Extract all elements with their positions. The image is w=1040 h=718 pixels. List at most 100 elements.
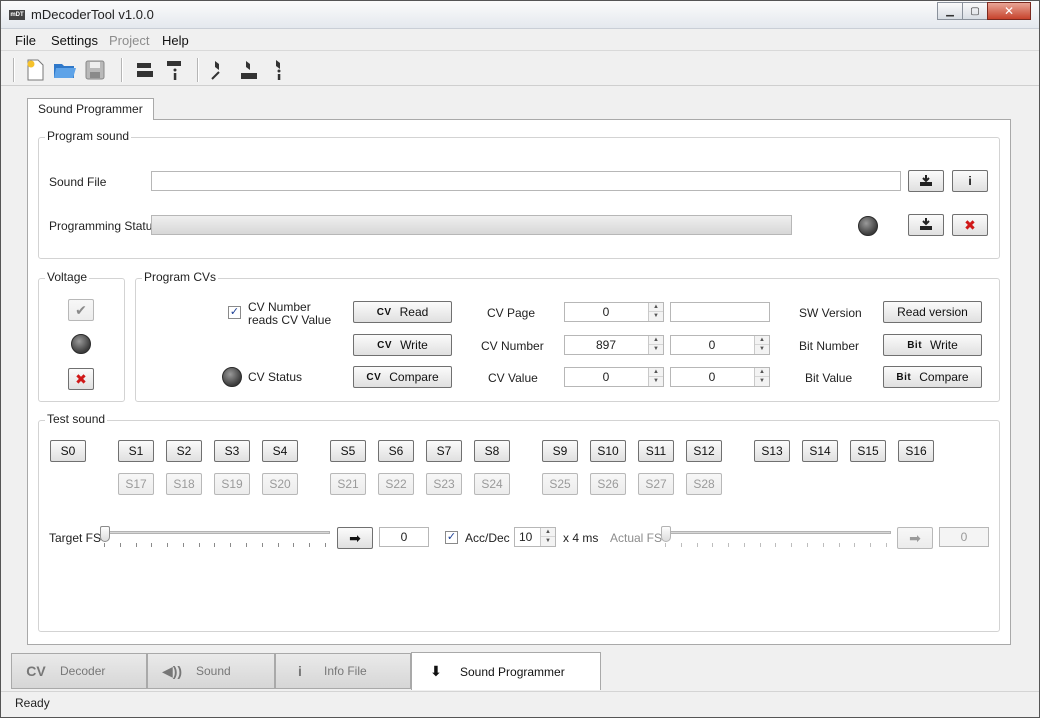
spin-arrows[interactable]: ▲ ▼ (540, 528, 555, 546)
sound-button-s5[interactable]: S5 (330, 440, 366, 462)
new-file-icon[interactable] (23, 58, 47, 82)
sound-button-s24[interactable]: S24 (474, 473, 510, 495)
sound-info-icon[interactable] (267, 58, 291, 82)
start-programming-button[interactable] (908, 214, 944, 236)
target-fs-slider[interactable] (100, 526, 330, 547)
sound-button-s22[interactable]: S22 (378, 473, 414, 495)
sound-button-s15[interactable]: S15 (850, 440, 886, 462)
sound-button-s27[interactable]: S27 (638, 473, 674, 495)
tab-sound-programmer[interactable]: Sound Programmer (27, 98, 154, 120)
read-version-button[interactable]: Read version (883, 301, 982, 323)
sound-file-info-button[interactable]: i (952, 170, 988, 192)
tab-decoder[interactable]: CV Decoder (11, 653, 147, 689)
sound-settings-icon[interactable] (207, 58, 231, 82)
decoder-info-icon[interactable] (163, 58, 187, 82)
sound-button-s23[interactable]: S23 (426, 473, 462, 495)
spin-arrows[interactable]: ▲ ▼ (754, 336, 769, 354)
sound-program-icon[interactable] (237, 58, 261, 82)
browse-sound-file-button[interactable] (908, 170, 944, 192)
sound-button-s11[interactable]: S11 (638, 440, 674, 462)
sound-button-s2[interactable]: S2 (166, 440, 202, 462)
sound-button-s19[interactable]: S19 (214, 473, 250, 495)
sound-button-s28[interactable]: S28 (686, 473, 722, 495)
spin-up-icon[interactable]: ▲ (755, 336, 769, 345)
menu-file[interactable]: File (15, 33, 36, 48)
toolbar (1, 52, 1039, 86)
cv-page-spinbox[interactable]: 0 ▲ ▼ (564, 302, 664, 322)
sound-button-s17[interactable]: S17 (118, 473, 154, 495)
sound-button-s18[interactable]: S18 (166, 473, 202, 495)
spin-arrows[interactable]: ▲ ▼ (648, 336, 663, 354)
open-folder-icon[interactable] (53, 58, 77, 82)
cancel-programming-button[interactable]: ✖ (952, 214, 988, 236)
tab-sound[interactable]: ◀)) Sound (147, 653, 275, 689)
sound-button-s12[interactable]: S12 (686, 440, 722, 462)
spin-down-icon[interactable]: ▼ (755, 377, 769, 386)
accdec-checkbox[interactable]: ✓ (445, 531, 458, 544)
decoder-program-icon[interactable] (133, 58, 157, 82)
cv-compare-button[interactable]: CV Compare (353, 366, 452, 388)
sound-button-s10[interactable]: S10 (590, 440, 626, 462)
bit-compare-button[interactable]: Bit Compare (883, 366, 982, 388)
menu-help[interactable]: Help (162, 33, 189, 48)
cv-reads-checkbox[interactable]: ✓ (228, 306, 241, 319)
download-icon (920, 218, 932, 230)
menu-settings[interactable]: Settings (51, 33, 98, 48)
bit-tag: Bit (907, 339, 923, 351)
close-window-button[interactable]: ✕ (987, 2, 1031, 20)
sound-button-s14[interactable]: S14 (802, 440, 838, 462)
spin-down-icon[interactable]: ▼ (541, 537, 555, 546)
spin-up-icon[interactable]: ▲ (649, 336, 663, 345)
save-icon[interactable] (83, 58, 107, 82)
sound-button-s3[interactable]: S3 (214, 440, 250, 462)
slider-handle (661, 526, 671, 542)
spin-down-icon[interactable]: ▼ (649, 377, 663, 386)
sound-file-field[interactable] (151, 171, 901, 191)
spin-arrows[interactable]: ▲ ▼ (754, 368, 769, 386)
cv-number-spinbox[interactable]: 897 ▲ ▼ (564, 335, 664, 355)
cv-tag: CV (377, 339, 393, 351)
cv-value-second-spinbox[interactable]: 0 ▲ ▼ (670, 367, 770, 387)
cv-write-button[interactable]: CV Write (353, 334, 452, 356)
sound-button-s0[interactable]: S0 (50, 440, 86, 462)
spin-arrows[interactable]: ▲ ▼ (648, 368, 663, 386)
spin-up-icon[interactable]: ▲ (755, 368, 769, 377)
tab-sound-programmer-bottom[interactable]: ⬇ Sound Programmer (411, 652, 601, 690)
spin-up-icon[interactable]: ▲ (541, 528, 555, 537)
sound-button-s21[interactable]: S21 (330, 473, 366, 495)
voltage-off-button[interactable]: ✖ (68, 368, 94, 390)
sound-button-s8[interactable]: S8 (474, 440, 510, 462)
target-fs-apply-button[interactable]: ➡ (337, 527, 373, 549)
accdec-spinbox[interactable]: 10 ▲ ▼ (514, 527, 556, 547)
menu-project[interactable]: Project (109, 33, 149, 48)
cv-read-button[interactable]: CV Read (353, 301, 452, 323)
programming-status-label: Programming Status (49, 219, 159, 233)
slider-handle[interactable] (100, 526, 110, 542)
sound-button-s13[interactable]: S13 (754, 440, 790, 462)
maximize-button[interactable]: ▢ (962, 2, 988, 20)
tab-info-file[interactable]: i Info File (275, 653, 411, 689)
actual-fs-apply-button[interactable]: ➡ (897, 527, 933, 549)
sound-button-s26[interactable]: S26 (590, 473, 626, 495)
spin-down-icon[interactable]: ▼ (755, 345, 769, 354)
sound-button-s4[interactable]: S4 (262, 440, 298, 462)
spin-arrows[interactable]: ▲ ▼ (648, 303, 663, 321)
spin-up-icon[interactable]: ▲ (649, 303, 663, 312)
cv-number-second-spinbox[interactable]: 0 ▲ ▼ (670, 335, 770, 355)
target-fs-field[interactable]: 0 (379, 527, 429, 547)
bit-write-button[interactable]: Bit Write (883, 334, 982, 356)
sound-button-s9[interactable]: S9 (542, 440, 578, 462)
spin-up-icon[interactable]: ▲ (649, 368, 663, 377)
voltage-on-button[interactable]: ✔ (68, 299, 94, 321)
sound-button-s20[interactable]: S20 (262, 473, 298, 495)
sound-button-s25[interactable]: S25 (542, 473, 578, 495)
sound-button-s7[interactable]: S7 (426, 440, 462, 462)
cv-value-spinbox[interactable]: 0 ▲ ▼ (564, 367, 664, 387)
minimize-button[interactable]: ▁ (937, 2, 963, 20)
cv-page-text-field[interactable] (670, 302, 770, 322)
sound-button-s16[interactable]: S16 (898, 440, 934, 462)
spin-down-icon[interactable]: ▼ (649, 345, 663, 354)
sound-button-s1[interactable]: S1 (118, 440, 154, 462)
spin-down-icon[interactable]: ▼ (649, 312, 663, 321)
sound-button-s6[interactable]: S6 (378, 440, 414, 462)
